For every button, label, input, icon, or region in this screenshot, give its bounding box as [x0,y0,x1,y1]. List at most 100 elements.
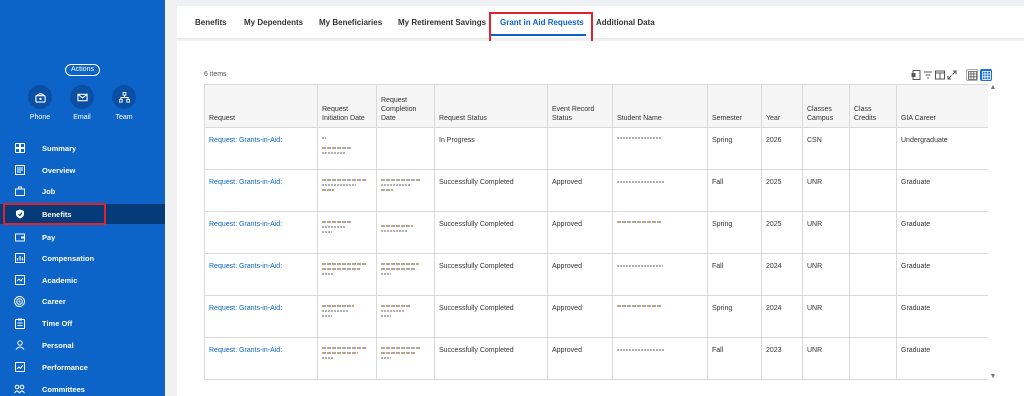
redacted-student-name [612,337,708,380]
column-header[interactable]: Request Completion Date [376,84,435,128]
class-credits [849,127,897,170]
request-link[interactable]: Request: Grants-in-Aid: [204,127,318,170]
tab-benefits[interactable]: Benefits [195,6,227,39]
gia-career: Graduate [896,169,989,212]
phone-label: Phone [29,114,51,121]
grid-view-icon[interactable] [980,69,992,81]
redacted-initiation-date [317,211,377,254]
year: 2025 [761,211,803,254]
fullscreen-icon[interactable] [946,69,958,81]
request-link[interactable]: Request: Grants-in-Aid: [204,295,318,338]
clipboard-icon [14,318,25,329]
email-button[interactable]: Email [68,85,96,121]
classes-campus: CSN [802,127,850,170]
sidebar-item-committees[interactable]: Committees [0,379,165,396]
sidebar-item-career[interactable]: Career [0,291,165,311]
table-row: Request: Grants-in-Aid: Successfully Com… [204,169,989,212]
grant-in-aid-table: Request Request Initiation Date Request … [204,84,989,380]
classes-campus: UNR [802,295,850,338]
redacted-student-name [612,253,708,296]
classes-campus: UNR [802,337,850,380]
tab-my-retirement-savings[interactable]: My Retirement Savings [398,6,486,39]
event-record-status: Approved [547,295,613,338]
scroll-up-icon[interactable]: ▲ [989,84,997,92]
table-view-icon[interactable] [966,69,978,81]
gia-career: Graduate [896,337,989,380]
overview-icon [14,165,25,176]
vertical-scrollbar[interactable] [988,84,997,382]
sidebar-item-time-off[interactable]: Time Off [0,313,165,333]
gia-career: Undergraduate [896,127,989,170]
request-link[interactable]: Request: Grants-in-Aid: [204,337,318,380]
redacted-initiation-date [317,253,377,296]
classes-campus: UNR [802,253,850,296]
event-record-status [547,127,613,170]
request-status: Successfully Completed [434,295,548,338]
year: 2023 [761,337,803,380]
semester: Spring [707,127,762,170]
year: 2024 [761,253,803,296]
sidebar-item-summary[interactable]: Summary [0,138,165,158]
redacted-student-name [612,211,708,254]
redacted-initiation-date [317,127,377,170]
sidebar-item-pay[interactable]: Pay [0,227,165,247]
column-header[interactable]: Request Status [434,84,548,128]
email-label: Email [73,114,91,121]
class-credits [849,169,897,212]
gia-career: Graduate [896,253,989,296]
table-row: Request: Grants-in-Aid: Successfully Com… [204,295,989,338]
request-link[interactable]: Request: Grants-in-Aid: [204,169,318,212]
tab-my-beneficiaries[interactable]: My Beneficiaries [319,6,382,39]
column-header[interactable]: Request [204,84,318,128]
sidebar-item-label: Summary [42,143,77,153]
phone-button[interactable]: Phone [26,85,54,121]
column-header[interactable]: Class Credits [849,84,897,128]
export-excel-icon[interactable] [910,69,922,81]
scroll-down-icon[interactable]: ▼ [989,373,997,381]
semester: Fall [707,337,762,380]
tab-my-dependents[interactable]: My Dependents [244,6,303,39]
team-button[interactable]: Team [110,85,138,121]
semester: Fall [707,169,762,212]
sidebar-item-performance[interactable]: Performance [0,357,165,377]
column-header[interactable]: Request Initiation Date [317,84,377,128]
sidebar-item-label: Career [42,296,66,306]
request-status: Successfully Completed [434,169,548,212]
sidebar-item-job[interactable]: Job [0,181,165,201]
item-count: 6 items [204,71,227,78]
request-status: Successfully Completed [434,253,548,296]
tab-additional-data[interactable]: Additional Data [596,6,655,39]
class-credits [849,337,897,380]
column-header[interactable]: GIA Career [896,84,989,128]
actions-button[interactable]: Actions [65,64,100,76]
sidebar-item-academic[interactable]: Academic [0,270,165,290]
briefcase-icon [14,186,25,197]
filter-icon[interactable] [922,69,934,81]
column-header[interactable]: Year [761,84,803,128]
year: 2025 [761,169,803,212]
sidebar-item-personal[interactable]: Personal [0,335,165,355]
target-icon [14,295,25,307]
sidebar-item-label: Compensation [42,253,95,263]
sidebar: Actions Phone Email Team Summary Overvie… [0,0,165,396]
request-link[interactable]: Request: Grants-in-Aid: [204,253,318,296]
view-toggle [966,69,992,81]
column-header[interactable]: Event Record Status [547,84,613,128]
redacted-initiation-date [317,169,377,212]
request-status: In Progress [434,127,548,170]
classes-campus: UNR [802,211,850,254]
column-header[interactable]: Student Name [612,84,708,128]
column-header[interactable]: Classes Campus [802,84,850,128]
sidebar-item-overview[interactable]: Overview [0,160,165,180]
request-link[interactable]: Request: Grants-in-Aid: [204,211,318,254]
class-credits [849,253,897,296]
column-header[interactable]: Semester [707,84,762,128]
sidebar-item-label: Pay [42,232,56,242]
sidebar-item-compensation[interactable]: Compensation [0,248,165,268]
redacted-completion-date [376,211,435,254]
tab-bar: Benefits My Dependents My Beneficiaries … [177,6,1024,39]
team-label: Team [115,114,133,121]
semester: Fall [707,253,762,296]
redacted-student-name [612,295,708,338]
columns-icon[interactable] [934,69,946,81]
